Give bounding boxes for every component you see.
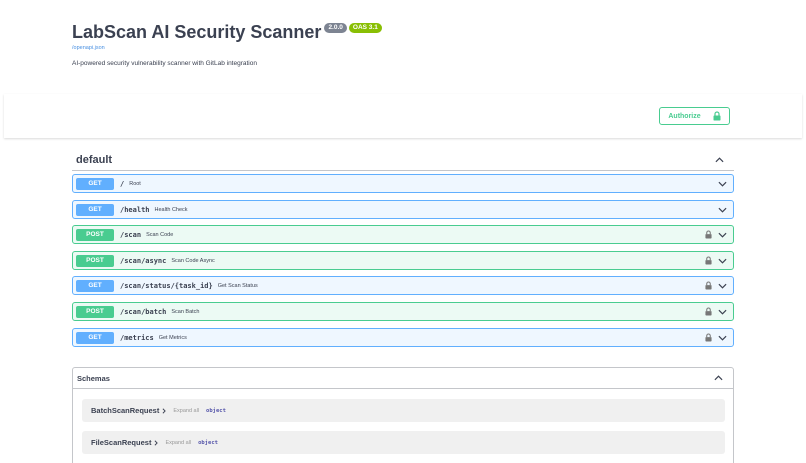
method-badge: GET [76,177,114,190]
openapi-json-link[interactable]: /openapi.json [72,45,732,51]
lock-icon[interactable] [705,230,712,239]
lock-icon[interactable] [705,307,712,316]
schema-name: FileScanRequest [91,438,152,447]
schema-name: BatchScanRequest [91,406,160,415]
operation-controls [705,256,727,265]
operation-get[interactable]: GET/scan/status/{task_id} Get Scan Status [72,276,734,295]
operation-summary: Get Scan Status [217,282,258,289]
operation-post[interactable]: POST/scan/async Scan Code Async [72,251,734,270]
method-badge: POST [76,254,114,267]
operation-summary: Scan Batch [171,308,200,315]
operation-controls [705,307,727,316]
operation-summary: Health Check [154,206,188,213]
authorize-label: Authorize [668,112,701,120]
operation-summary: Scan Code Async [171,257,215,264]
method-badge: POST [76,228,114,241]
operation-path: /scan/status/{task_id} [120,281,213,290]
expand-all-link[interactable]: Expand all [173,408,199,414]
operation-post[interactable]: POST/scan/batch Scan Batch [72,302,734,321]
method-badge: GET [76,279,114,292]
expand-all-link[interactable]: Expand all [165,440,191,446]
operation-path: / [120,179,125,188]
operation-summary: Get Metrics [158,334,187,341]
operation-summary: Scan Code [146,231,174,238]
lock-icon [713,111,721,121]
chevron-down-icon[interactable] [718,335,727,341]
oas-badge: OAS 3.1 [348,23,382,33]
operation-controls [705,333,727,342]
operation-get[interactable]: GET/health Health Check [72,200,734,219]
operation-post[interactable]: POST/scan Scan Code [72,225,734,244]
operation-path: /metrics [120,333,154,342]
operation-controls [705,230,727,239]
tag-section-header[interactable]: default [72,149,734,171]
chevron-down-icon[interactable] [718,232,727,238]
schema-item[interactable]: FileScanRequest Expand all object [82,431,725,454]
operation-get[interactable]: GET/metrics Get Metrics [72,328,734,347]
schemas-section: Schemas BatchScanRequest Expand all obje… [72,367,734,463]
authorize-button[interactable]: Authorize [659,107,730,125]
method-badge: GET [76,331,114,344]
lock-icon[interactable] [705,281,712,290]
operation-summary: Root [129,180,141,187]
operation-path: /scan/async [120,256,167,265]
version-badge: 2.0.0 [324,23,347,33]
chevron-up-icon[interactable] [715,156,724,163]
method-badge: GET [76,203,114,216]
operation-path: /health [120,205,150,214]
operation-controls [705,281,727,290]
chevron-up-icon[interactable] [714,375,723,381]
lock-icon[interactable] [705,333,712,342]
schemas-header[interactable]: Schemas [73,368,733,389]
schema-type: object [198,439,218,446]
page-title: LabScan AI Security Scanner [72,22,322,42]
api-description: AI-powered security vulnerability scanne… [72,60,257,67]
operation-controls [718,207,727,213]
title-row: LabScan AI Security Scanner 2.0.0 OAS 3.… [72,20,732,44]
lock-icon[interactable] [705,256,712,265]
schemas-title: Schemas [77,373,110,383]
method-badge: POST [76,305,114,318]
schema-item[interactable]: BatchScanRequest Expand all object [82,399,725,422]
chevron-right-icon [154,439,159,446]
operation-get[interactable]: GET / Root [72,174,734,193]
schema-type: object [206,407,226,414]
api-info: LabScan AI Security Scanner 2.0.0 OAS 3.… [72,20,732,67]
chevron-down-icon[interactable] [718,283,727,289]
tag-name: default [76,153,113,166]
operation-controls [718,181,727,187]
chevron-down-icon[interactable] [718,258,727,264]
chevron-down-icon[interactable] [718,207,727,213]
operation-path: /scan [120,230,142,239]
chevron-down-icon[interactable] [718,181,727,187]
chevron-right-icon [162,407,167,414]
operation-path: /scan/batch [120,307,167,316]
chevron-down-icon[interactable] [718,309,727,315]
